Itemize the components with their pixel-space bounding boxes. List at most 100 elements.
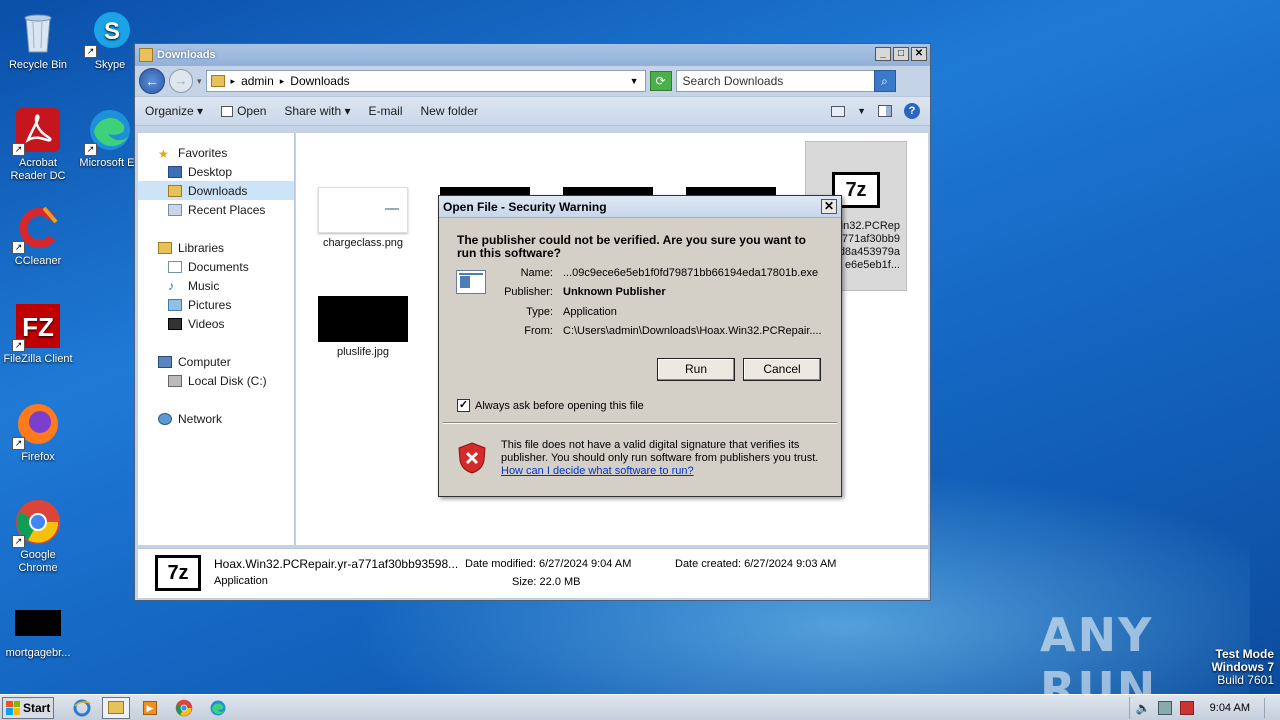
folder-icon (108, 701, 124, 714)
shield-warning-icon (458, 442, 486, 474)
documents-icon (168, 260, 182, 273)
details-modified: Date modified: 6/27/2024 9:04 AM (465, 558, 631, 570)
nav-downloads[interactable]: Downloads (138, 181, 294, 200)
desktop-icon-firefox[interactable]: ↗ Firefox (0, 400, 76, 464)
image-thumbnail-icon (318, 296, 408, 342)
clock[interactable]: 9:04 AM (1210, 702, 1250, 714)
firefox-icon: ↗ (12, 400, 62, 450)
details-label: Date created: (675, 558, 742, 570)
taskbar-ie[interactable] (68, 697, 96, 719)
nav-label: Videos (188, 316, 225, 331)
start-button[interactable]: Start (2, 696, 54, 719)
dialog-close-button[interactable]: ✕ (821, 199, 837, 214)
nav-desktop[interactable]: Desktop (138, 162, 294, 181)
preview-pane-icon[interactable] (878, 105, 892, 117)
always-ask-checkbox[interactable]: ✓ (457, 399, 470, 412)
help-link[interactable]: How can I decide what software to run? (501, 465, 694, 477)
address-dropdown-icon[interactable]: ▼ (630, 76, 639, 86)
nav-label: Network (178, 411, 223, 426)
videos-icon (168, 317, 182, 330)
maximize-button[interactable]: □ (893, 47, 909, 61)
explorer-titlebar[interactable]: Downloads _ □ ✕ (135, 44, 930, 66)
help-icon[interactable]: ? (904, 103, 920, 119)
email-button[interactable]: E-mail (368, 104, 402, 118)
desktop-icon-mortgage[interactable]: mortgagebr... (0, 606, 76, 660)
show-desktop-button[interactable] (1264, 697, 1274, 718)
chrome-icon: ↗ (12, 498, 62, 548)
nav-network[interactable]: Network (138, 409, 294, 428)
shortcut-arrow-icon: ↗ (12, 241, 25, 254)
desktop-icon-chrome[interactable]: ↗ Google Chrome (0, 498, 76, 575)
breadcrumb-admin[interactable]: admin (241, 74, 274, 88)
minimize-button[interactable]: _ (875, 47, 891, 61)
nav-documents[interactable]: Documents (138, 257, 294, 276)
downloads-folder-icon (168, 184, 182, 197)
volume-icon[interactable]: 🔈 (1136, 701, 1151, 715)
desktop-icon-filezilla[interactable]: FZ ↗ FileZilla Client (0, 302, 76, 366)
desktop-icon-ccleaner[interactable]: ↗ CCleaner (0, 204, 76, 268)
star-icon: ★ (158, 146, 169, 161)
always-ask-checkbox-row[interactable]: ✓ Always ask before opening this file (457, 399, 644, 412)
test-mode-line: Build 7601 (1217, 673, 1274, 687)
share-with-label: Share with (284, 104, 342, 118)
run-button[interactable]: Run (657, 358, 735, 381)
details-value: 6/27/2024 9:03 AM (744, 558, 837, 570)
open-button[interactable]: Open (221, 104, 266, 118)
breadcrumb-downloads[interactable]: Downloads (290, 74, 349, 88)
breadcrumb-separator-icon[interactable]: ▸ (231, 76, 236, 87)
disk-icon (168, 374, 182, 387)
taskbar-explorer[interactable] (102, 696, 130, 719)
folder-icon (210, 75, 225, 87)
organize-button[interactable]: Organize ▾ (145, 104, 203, 118)
change-view-icon[interactable] (831, 105, 846, 117)
image-thumbnail-icon (318, 187, 408, 233)
shortcut-arrow-icon: ↗ (12, 437, 25, 450)
view-options-dropdown-icon[interactable]: ▼ (857, 106, 866, 116)
desktop-icon-recycle-bin[interactable]: Recycle Bin (0, 8, 76, 72)
nav-music[interactable]: ♪ Music (138, 276, 294, 295)
taskbar-edge[interactable] (204, 697, 232, 719)
desktop-icon-acrobat[interactable]: ↗ Acrobat Reader DC (0, 106, 76, 183)
close-button[interactable]: ✕ (911, 47, 927, 61)
desktop-icon-label: CCleaner (14, 255, 62, 267)
nav-label: Computer (178, 354, 231, 369)
network-tray-icon[interactable] (1157, 700, 1172, 715)
dialog-titlebar[interactable]: Open File - Security Warning ✕ (439, 196, 841, 218)
system-tray: 🔈 9:04 AM (1128, 696, 1280, 719)
details-size: Size: 22.0 MB (512, 576, 581, 588)
recent-pages-dropdown-icon[interactable]: ▾ (197, 76, 202, 87)
breadcrumb-separator-icon[interactable]: ▸ (280, 76, 285, 87)
field-label: Name: (520, 267, 553, 279)
forward-button[interactable]: → (169, 69, 193, 93)
search-input[interactable]: Search Downloads ⌕ (675, 70, 896, 92)
new-folder-button[interactable]: New folder (421, 104, 478, 118)
field-value: C:\Users\admin\Downloads\Hoax.Win32.PCRe… (563, 325, 822, 337)
shortcut-arrow-icon: ↗ (84, 45, 97, 58)
cancel-button[interactable]: Cancel (743, 358, 821, 381)
nav-libraries[interactable]: Libraries (138, 238, 294, 257)
nav-label: Pictures (188, 297, 232, 312)
file-item-chargeclass[interactable]: chargeclass.png (308, 187, 418, 249)
nav-favorites[interactable]: ★ Favorites (138, 143, 294, 162)
details-value: 22.0 MB (539, 576, 581, 588)
taskbar-chrome[interactable] (170, 697, 198, 719)
action-center-icon[interactable] (1179, 700, 1194, 715)
nav-computer[interactable]: Computer (138, 352, 294, 371)
internet-explorer-icon (73, 699, 91, 716)
nav-recent-places[interactable]: Recent Places (138, 200, 294, 219)
skype-icon: S ↗ (84, 8, 134, 58)
shortcut-arrow-icon: ↗ (12, 339, 25, 352)
address-bar-row: ← → ▾ ▸ admin ▸ Downloads ▼ ⟳ Search Dow… (135, 66, 930, 96)
field-label: Type: (526, 306, 553, 318)
nav-pictures[interactable]: Pictures (138, 295, 294, 314)
address-field[interactable]: ▸ admin ▸ Downloads ▼ (205, 70, 646, 92)
taskbar-media-player[interactable]: ▶ (136, 697, 164, 719)
share-with-button[interactable]: Share with ▾ (284, 104, 350, 118)
file-item-pluslife[interactable]: pluslife.jpg (308, 296, 418, 358)
nav-local-disk[interactable]: Local Disk (C:) (138, 371, 294, 390)
nav-videos[interactable]: Videos (138, 314, 294, 333)
file-name: pluslife.jpg (337, 346, 389, 358)
search-icon[interactable]: ⌕ (873, 70, 896, 92)
back-button[interactable]: ← (139, 68, 165, 94)
refresh-button[interactable]: ⟳ (649, 71, 672, 91)
